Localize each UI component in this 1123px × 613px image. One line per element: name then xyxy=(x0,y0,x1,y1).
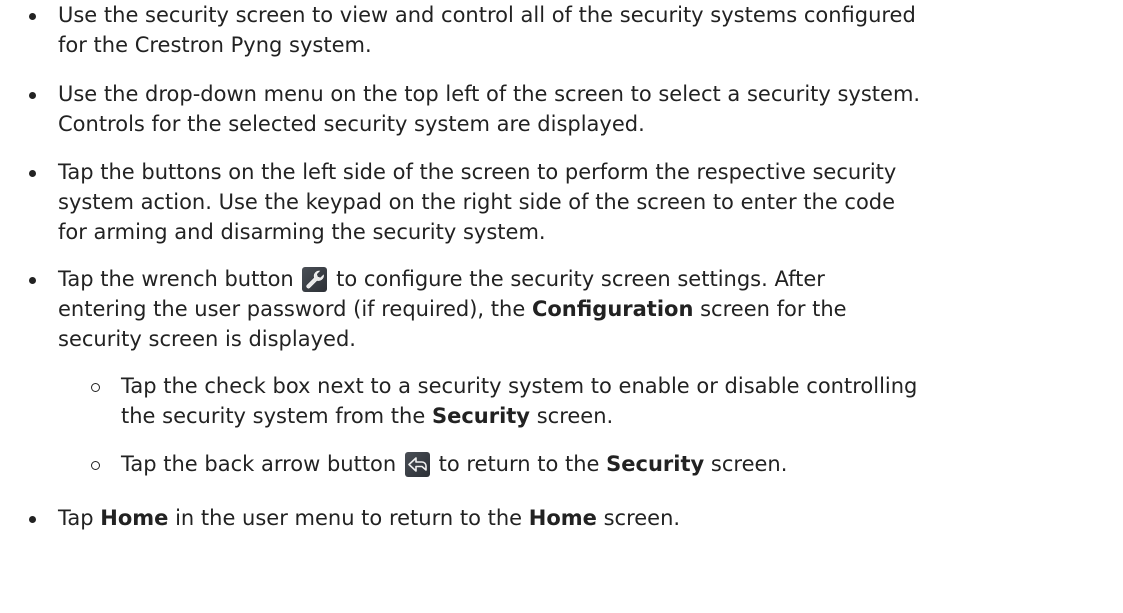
bold-term: Security xyxy=(431,404,531,428)
text-fragment: in the user menu to return to the xyxy=(175,506,523,530)
text-line: for arming and disarming the security sy… xyxy=(58,220,546,244)
bullet-marker xyxy=(29,277,36,284)
bold-term: Home xyxy=(528,506,597,530)
text-fragment: to return to the xyxy=(438,452,600,476)
text-fragment: screen. xyxy=(536,404,614,428)
text-fragment: screen. xyxy=(603,506,681,530)
text-line: Tap Home in the user menu to return to t… xyxy=(58,503,1118,533)
text-line: for the Crestron Pyng system. xyxy=(58,33,372,57)
text-line: security screen is displayed. xyxy=(58,327,356,351)
bullet-marker xyxy=(29,516,36,523)
text-fragment: screen. xyxy=(710,452,788,476)
text-line: Use the security screen to view and cont… xyxy=(58,3,916,27)
bold-term: Home xyxy=(100,506,169,530)
bold-term: Security xyxy=(606,452,705,476)
bullet-marker xyxy=(29,92,36,99)
text-line: system action. Use the keypad on the rig… xyxy=(58,190,896,214)
text-fragment: entering the user password (if required)… xyxy=(58,297,526,321)
text-line: Tap the buttons on the left side of the … xyxy=(58,160,897,184)
document-page: Use the security screen to view and cont… xyxy=(0,0,1123,613)
text-line: Use the drop-down menu on the top left o… xyxy=(58,82,921,106)
text-line: entering the user password (if required)… xyxy=(58,294,1118,324)
bullet-marker xyxy=(29,13,36,20)
bullet-marker xyxy=(29,170,36,177)
text-fragment: Tap the back arrow button xyxy=(121,452,397,476)
text-fragment: the security system from the xyxy=(121,404,426,428)
text-fragment: screen for the xyxy=(700,297,847,321)
text-line: Tap the wrench button to configure the s… xyxy=(58,264,1118,294)
text-line: Tap the back arrow button to return to t… xyxy=(121,449,1116,479)
text-line: the security system from the Security sc… xyxy=(121,401,1116,431)
text-fragment: Tap xyxy=(58,506,94,530)
back-arrow-icon xyxy=(404,452,430,477)
text-fragment: to configure the security screen setting… xyxy=(336,267,825,291)
text-line: Tap the check box next to a security sys… xyxy=(121,374,918,398)
text-fragment: Tap the wrench button xyxy=(58,267,294,291)
sub-bullet-marker xyxy=(91,383,100,392)
bold-term: Configuration xyxy=(531,297,694,321)
text-line: Controls for the selected security syste… xyxy=(58,112,645,136)
sub-bullet-marker xyxy=(91,461,100,470)
wrench-icon xyxy=(302,267,328,292)
